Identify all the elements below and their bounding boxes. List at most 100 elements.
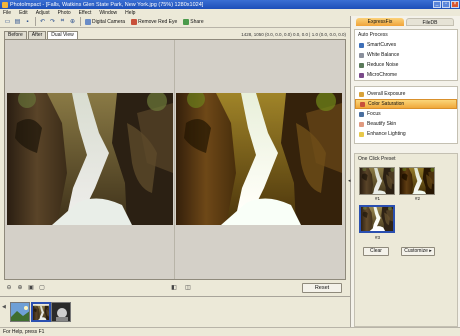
- auto-process-section: Auto Process SmartCurves White Balance R…: [354, 29, 458, 81]
- preset-1-label: #1: [375, 196, 381, 201]
- microchrome-icon: [359, 72, 364, 78]
- zoom-in-icon[interactable]: ⊕: [16, 284, 24, 292]
- item-smartcurves[interactable]: SmartCurves: [355, 40, 457, 50]
- white-balance-icon: [359, 52, 364, 58]
- redo-icon[interactable]: ↷: [48, 17, 57, 26]
- express-fix-panel: ExpressFix FileDB Auto Process SmartCurv…: [350, 16, 460, 327]
- compare-controls: ◧ ◫: [170, 284, 195, 292]
- item-microchrome[interactable]: MicroChrome: [355, 70, 457, 80]
- preset-2[interactable]: [399, 167, 435, 195]
- film-strip: ◀: [0, 296, 350, 327]
- menu-bar: File Edit Adjust Photo Effect Window Hel…: [0, 9, 460, 16]
- open-folder-icon[interactable]: ▤: [13, 17, 22, 26]
- remove-red-eye-label: Remove Red Eye: [138, 18, 178, 25]
- before-image[interactable]: [7, 93, 173, 225]
- preset-3-label: #3: [375, 235, 381, 240]
- item-label: Reduce Noise: [367, 62, 399, 68]
- tab-expressfix[interactable]: ExpressFix: [356, 18, 404, 26]
- new-file-icon[interactable]: ▭: [3, 17, 12, 26]
- saturation-icon: [360, 101, 365, 107]
- item-label: Beautify Skin: [367, 121, 397, 127]
- thumbnail-1[interactable]: [10, 302, 30, 322]
- scroll-left-icon[interactable]: ◀: [2, 304, 8, 318]
- menu-photo[interactable]: Photo: [58, 10, 71, 16]
- preset-3-preview: [361, 207, 393, 231]
- one-click-preset-section: One Click Preset #1 #2 #3 Clear Customiz…: [354, 153, 458, 327]
- one-click-preset-header: One Click Preset: [358, 156, 396, 162]
- item-label: White Balance: [367, 52, 400, 58]
- share-label: Share: [190, 18, 204, 25]
- menu-effect[interactable]: Effect: [79, 10, 92, 16]
- waterfall-photo-before: [7, 93, 173, 225]
- share-button[interactable]: Share: [181, 17, 205, 26]
- window-controls: _ ▫ ×: [433, 1, 459, 8]
- remove-red-eye-button[interactable]: Remove Red Eye: [129, 17, 179, 26]
- landscape-thumbnail: [11, 303, 29, 321]
- item-label: Color Saturation: [368, 101, 405, 107]
- collapse-panel-icon[interactable]: ◂: [348, 178, 351, 184]
- pixel-info: 1428, 1050 (0.0, 0.0, 0.0) 0.0, 0.0 | 1.…: [241, 32, 346, 37]
- window-title: PhotoImpact - [Falls, Watkins Glen State…: [10, 1, 204, 8]
- tab-dual-view[interactable]: Dual View: [47, 31, 78, 39]
- beautify-skin-icon: [359, 121, 364, 127]
- preset-2-label: #2: [415, 196, 421, 201]
- preset-2-preview: [400, 168, 435, 195]
- tab-filedb[interactable]: FileDB: [406, 18, 454, 26]
- item-enhance-lighting[interactable]: Enhance Lighting: [355, 129, 457, 139]
- side-by-side-icon[interactable]: ◫: [184, 284, 192, 292]
- reduce-noise-icon: [359, 62, 364, 68]
- menu-window[interactable]: Window: [99, 10, 117, 16]
- item-label: MicroChrome: [367, 72, 398, 78]
- item-white-balance[interactable]: White Balance: [355, 50, 457, 60]
- split-view-icon[interactable]: ◧: [170, 284, 178, 292]
- menu-adjust[interactable]: Adjust: [36, 10, 50, 16]
- tab-before[interactable]: Before: [4, 31, 27, 39]
- preset-1-preview: [360, 168, 395, 195]
- status-bar: For Help, press F1: [0, 327, 460, 336]
- focus-icon: [359, 111, 364, 117]
- item-focus[interactable]: Focus: [355, 109, 457, 119]
- item-reduce-noise[interactable]: Reduce Noise: [355, 60, 457, 70]
- clear-button[interactable]: Clear: [363, 247, 389, 256]
- adjust-section: Overall Exposure Color Saturation Focus …: [354, 86, 458, 144]
- menu-help[interactable]: Help: [125, 10, 135, 16]
- camera-icon: [85, 18, 91, 25]
- minimize-button[interactable]: _: [433, 1, 441, 8]
- save-icon[interactable]: ▪: [23, 17, 32, 26]
- maximize-button[interactable]: ▫: [442, 1, 450, 8]
- fit-window-icon[interactable]: ▢: [38, 284, 46, 292]
- menu-edit[interactable]: Edit: [19, 10, 28, 16]
- view-divider: [174, 40, 175, 279]
- view-tabs: Before After Dual View: [4, 31, 79, 39]
- zoom-out-icon[interactable]: ⊖: [5, 284, 13, 292]
- menu-file[interactable]: File: [3, 10, 11, 16]
- item-overall-exposure[interactable]: Overall Exposure: [355, 89, 457, 99]
- waterfall-thumbnail: [33, 304, 51, 322]
- digital-camera-button[interactable]: Digital Camera: [83, 17, 127, 26]
- close-button[interactable]: ×: [451, 1, 459, 8]
- title-bar: PhotoImpact - [Falls, Watkins Glen State…: [0, 0, 460, 9]
- item-label: Enhance Lighting: [367, 131, 406, 137]
- actual-size-icon[interactable]: ▣: [27, 284, 35, 292]
- exposure-icon: [359, 91, 364, 97]
- reset-button[interactable]: Reset: [302, 283, 342, 293]
- thumbnail-2[interactable]: [31, 302, 51, 322]
- after-image[interactable]: [176, 93, 342, 225]
- preset-3[interactable]: [359, 205, 395, 233]
- thumbnail-3[interactable]: [51, 302, 71, 322]
- crop-icon[interactable]: ⌗: [58, 17, 67, 26]
- tab-after[interactable]: After: [27, 31, 47, 39]
- customize-button[interactable]: Customize ▸: [401, 247, 435, 256]
- preset-1[interactable]: [359, 167, 395, 195]
- image-canvas[interactable]: [4, 39, 346, 280]
- item-color-saturation[interactable]: Color Saturation: [355, 99, 457, 109]
- undo-icon[interactable]: ↶: [38, 17, 47, 26]
- auto-process-header: Auto Process: [358, 32, 388, 38]
- item-beautify-skin[interactable]: Beautify Skin: [355, 119, 457, 129]
- item-label: Overall Exposure: [367, 91, 406, 97]
- item-label: SmartCurves: [367, 42, 397, 48]
- toolbar-separator: [35, 17, 36, 26]
- zoom-icon[interactable]: ⊕: [68, 17, 77, 26]
- red-eye-icon: [131, 18, 138, 25]
- waterfall-photo-after: [176, 93, 342, 225]
